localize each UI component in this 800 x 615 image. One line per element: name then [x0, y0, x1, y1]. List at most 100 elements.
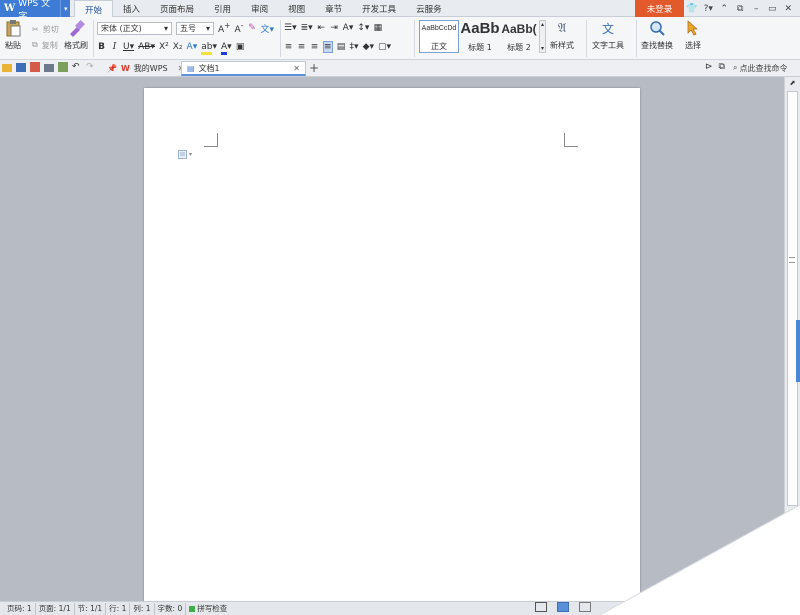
char-border-icon[interactable]: ▣	[236, 42, 245, 52]
tab-list-icon[interactable]: ⊳	[705, 62, 713, 72]
select-button[interactable]: 选择	[684, 19, 702, 51]
styles-scroll[interactable]: ▴ ▾	[539, 20, 546, 53]
new-style-button[interactable]: 𝔄 新样式	[550, 19, 574, 51]
close-icon[interactable]: ✕	[293, 64, 300, 73]
tab-insert[interactable]: 插入	[113, 0, 150, 17]
restore-doc-icon[interactable]: ⧉	[719, 62, 725, 72]
spell-check-icon	[189, 605, 196, 612]
undo-icon[interactable]: ↶	[72, 62, 82, 74]
strikethrough-icon[interactable]: AB▾	[138, 42, 155, 52]
spell-check-toggle[interactable]: 拼写检查	[186, 603, 230, 614]
style-heading2[interactable]: AaBb( 标题 2	[500, 20, 538, 53]
text-effect-icon[interactable]: A▾	[187, 42, 198, 52]
justify-icon[interactable]: ≡	[323, 41, 333, 53]
new-tab-icon[interactable]: +	[309, 61, 319, 75]
chevron-up-icon[interactable]: ▴	[541, 21, 544, 28]
bold-icon[interactable]: B	[97, 42, 106, 52]
paragraph-marker[interactable]: ▾	[178, 150, 192, 159]
find-command-search[interactable]: ⌕ 点此查找命令	[733, 61, 797, 75]
borders-icon[interactable]: ▢▾	[378, 42, 391, 52]
print-preview-icon[interactable]	[58, 62, 68, 72]
quick-access-toolbar: ↶ ↷	[2, 62, 96, 74]
text-tools-group: 文 文字工具	[592, 19, 624, 51]
style-normal[interactable]: AaBbCcDd 正文	[419, 20, 459, 53]
tab-references[interactable]: 引用	[204, 0, 241, 17]
align-right-icon[interactable]: ≡	[310, 42, 319, 52]
restore-icon[interactable]: ⧉	[735, 4, 745, 14]
table-icon[interactable]: ▦	[373, 23, 383, 33]
align-left-icon[interactable]: ≡	[284, 42, 293, 52]
font-color-icon[interactable]: A▾	[220, 42, 232, 55]
line-spacing-icon[interactable]: ‡▾	[350, 42, 359, 52]
format-painter-button[interactable]: 格式刷	[64, 19, 88, 51]
cut-button[interactable]: ✂ 剪切	[32, 21, 59, 37]
tab-document1[interactable]: ▤ 文档1 ✕	[181, 61, 306, 76]
shrink-font-icon[interactable]: A-	[234, 21, 244, 35]
shading-icon[interactable]: ◆▾	[363, 42, 374, 52]
chevron-down-icon[interactable]: ▾	[541, 45, 544, 52]
scroll-thumb[interactable]	[787, 91, 798, 506]
app-menu-dropdown-icon[interactable]: ▾	[60, 0, 70, 17]
tab-my-wps-label: 我的WPS	[133, 64, 168, 73]
italic-icon[interactable]: I	[110, 42, 119, 52]
superscript-icon[interactable]: X²	[159, 42, 169, 52]
font-name-select[interactable]: 宋体 (正文) ▾	[97, 21, 172, 35]
side-panel-tab[interactable]	[796, 320, 800, 382]
numbered-list-icon[interactable]: ≣▾	[301, 23, 313, 33]
font-size-select[interactable]: 五号 ▾	[176, 21, 214, 35]
fullscreen-view-icon[interactable]	[535, 602, 547, 612]
chinese-layout-icon[interactable]: A▾	[343, 23, 354, 33]
tab-view[interactable]: 视图	[278, 0, 315, 17]
find-replace-button[interactable]: 查找替换	[641, 19, 673, 51]
print-icon[interactable]	[44, 64, 54, 72]
maximize-icon[interactable]: ▭	[767, 4, 777, 14]
close-icon[interactable]: ✕	[783, 4, 793, 14]
skin-icon[interactable]: 👕	[686, 4, 697, 14]
paragraph-icon	[178, 150, 187, 159]
status-word-count[interactable]: 字数: 0	[155, 602, 187, 615]
brush-icon	[67, 19, 85, 37]
increase-indent-icon[interactable]: ⇥	[330, 23, 339, 33]
tab-cloud[interactable]: 云服务	[406, 0, 452, 17]
login-button[interactable]: 未登录	[635, 0, 684, 17]
export-pdf-icon[interactable]	[30, 62, 40, 72]
tab-right-tools: ⊳ ⧉	[705, 62, 725, 72]
tab-page-layout[interactable]: 页面布局	[150, 0, 204, 17]
phonetic-icon[interactable]: 文▾	[260, 22, 274, 35]
tab-home[interactable]: 开始	[74, 0, 114, 18]
sort-icon[interactable]: ↕▾	[357, 23, 369, 33]
bullet-list-icon[interactable]: ☰▾	[284, 23, 297, 33]
ribbon-toggle-icon[interactable]: ⌃	[719, 4, 729, 14]
outline-view-icon[interactable]	[579, 602, 591, 612]
copy-icon: ⧉	[32, 40, 38, 49]
copy-label: 复制	[41, 40, 58, 50]
minimize-icon[interactable]: –	[751, 4, 761, 14]
tab-review[interactable]: 审阅	[241, 0, 278, 17]
help-icon[interactable]: ?▾	[703, 4, 713, 14]
align-center-icon[interactable]: ≡	[297, 42, 306, 52]
tab-developer[interactable]: 开发工具	[352, 0, 406, 17]
distribute-icon[interactable]: ▤	[337, 42, 346, 52]
open-folder-icon[interactable]	[2, 64, 12, 72]
divider	[586, 20, 587, 57]
tab-chapter[interactable]: 章节	[315, 0, 352, 17]
clear-format-icon[interactable]: ✎	[247, 23, 256, 33]
save-icon[interactable]	[16, 63, 26, 72]
copy-button[interactable]: ⧉ 复制	[32, 37, 59, 53]
pin-icon: 📌	[107, 64, 117, 73]
underline-icon[interactable]: U▾	[123, 42, 134, 52]
redo-icon[interactable]: ↷	[86, 62, 96, 74]
style-heading1[interactable]: AaBb 标题 1	[461, 20, 499, 53]
subscript-icon[interactable]: X₂	[173, 42, 183, 52]
grow-font-icon[interactable]: A+	[218, 21, 230, 35]
document-page[interactable]: ▾	[144, 88, 640, 608]
tab-my-wps[interactable]: 📌 W 我的WPS ✕	[102, 61, 189, 76]
page-view-icon[interactable]	[557, 602, 569, 612]
scroll-up-icon[interactable]: ⬈	[787, 79, 798, 89]
paste-button[interactable]: 粘贴	[4, 19, 22, 51]
decrease-indent-icon[interactable]: ⇤	[317, 23, 326, 33]
highlight-icon[interactable]: ab▾	[201, 42, 217, 55]
app-menu-button[interactable]: W WPS 文字 ▾	[0, 0, 70, 22]
text-tools-button[interactable]: 文 文字工具	[592, 19, 624, 51]
cut-copy-group: ✂ 剪切 ⧉ 复制	[32, 21, 59, 53]
